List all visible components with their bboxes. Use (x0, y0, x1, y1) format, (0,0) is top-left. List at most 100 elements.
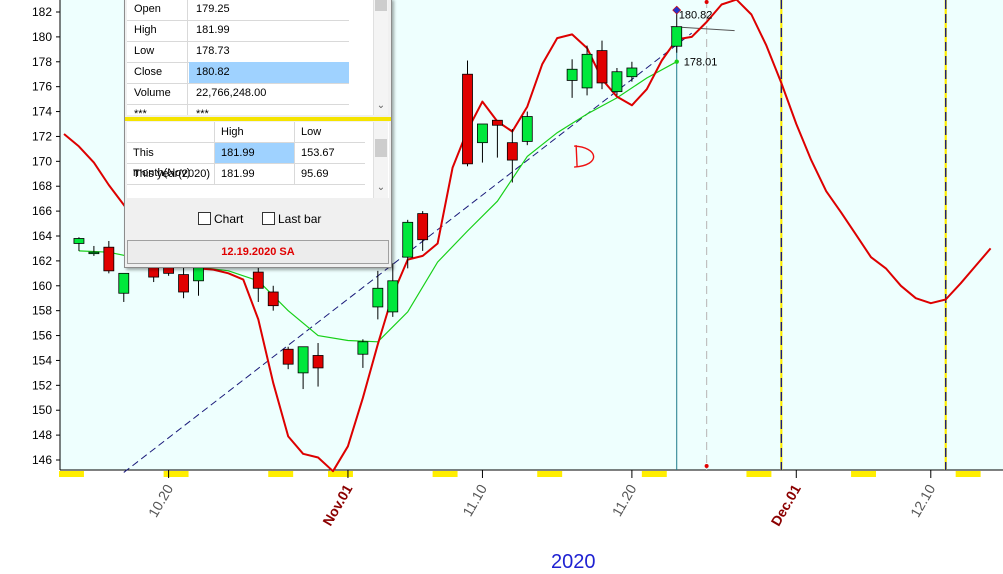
x-axis: 10.20 Nov.01 11.10 11.20 Dec.01 12.10 (59, 469, 1003, 529)
candle-body (671, 26, 683, 47)
column-header-high: High (215, 122, 295, 142)
x-tick-label: 10.20 (145, 481, 176, 520)
y-tick-label: 148 (32, 428, 52, 442)
date-label: 12.19.2020 SA (127, 240, 389, 264)
weekend-marker (59, 471, 84, 477)
chart-checkbox-label: Chart (214, 211, 244, 226)
high-low-table: High Low This month(Nov) 181.99 153.67 T… (127, 122, 389, 198)
candle-body (626, 67, 638, 78)
ohlc-value-selected: 180.82 (189, 62, 349, 83)
column-header (127, 122, 215, 142)
y-tick-label: 162 (32, 254, 52, 268)
weekend-marker (328, 471, 353, 477)
high-value-selected: 181.99 (215, 143, 295, 163)
table-row[interactable]: This year(2020) 181.99 95.69 (127, 164, 365, 185)
last-bar-checkbox[interactable]: Last bar (262, 211, 322, 226)
ohlc-value: *** (196, 108, 209, 115)
scroll-down-icon[interactable]: ⌄ (374, 182, 388, 193)
last-bar-checkbox-label: Last bar (278, 211, 322, 226)
high-value: 181.99 (215, 164, 295, 184)
candle-body (178, 274, 189, 293)
weekend-marker (163, 471, 189, 477)
candle-body (491, 119, 503, 126)
candle-body (521, 116, 533, 142)
candle-body (566, 68, 578, 81)
x-tick-label: Dec.01 (767, 481, 804, 528)
ohlc-table: Open 179.25 High 181.99 Low 178.73 Close… (127, 0, 373, 115)
candle-body (103, 246, 115, 272)
ohlc-key: Open (127, 0, 188, 20)
table-row[interactable]: Low 178.73 (127, 41, 349, 63)
table-row[interactable]: Volume 22,766,248.00 (127, 83, 349, 105)
candle-body (462, 73, 473, 165)
table-row[interactable]: Close 180.82 (127, 62, 349, 84)
info-panel: Open 179.25 High 181.99 Low 178.73 Close… (124, 0, 392, 268)
table-header-row: High Low (127, 122, 365, 143)
y-tick-label: 160 (32, 279, 52, 293)
scrollbar-thumb[interactable] (375, 0, 387, 11)
low-value: 153.67 (301, 147, 335, 159)
projection-top-dot (704, 0, 709, 4)
candle-body (387, 280, 399, 313)
y-tick-label: 158 (32, 304, 52, 318)
close-price-label: 180.82 (679, 10, 713, 22)
ohlc-key: *** (127, 104, 188, 115)
y-tick-label: 170 (32, 154, 52, 168)
y-tick-label: 146 (32, 453, 52, 467)
y-tick-label: 174 (32, 105, 52, 119)
y-tick-label: 150 (32, 403, 52, 417)
y-tick-label: 180 (32, 30, 52, 44)
panel-splitter[interactable] (125, 117, 391, 121)
candle-body (417, 213, 429, 241)
year-label: 2020 (551, 551, 596, 573)
chart-checkbox[interactable]: Chart (198, 211, 244, 226)
weekend-marker (746, 471, 772, 477)
y-tick-label: 178 (32, 55, 52, 69)
y-tick-label: 172 (32, 129, 52, 143)
x-tick-label: Nov.01 (319, 481, 355, 528)
y-tick-label: 154 (32, 353, 52, 367)
weekend-marker (432, 471, 458, 477)
table-row[interactable]: *** *** (127, 104, 349, 115)
candle-body (73, 238, 85, 244)
ohlc-value: 22,766,248.00 (196, 87, 267, 99)
weekend-marker (268, 471, 294, 477)
ma-endpoint-dot (674, 59, 679, 64)
high-low-scrollbar[interactable]: ⌄ (373, 122, 388, 198)
table-row[interactable]: This month(Nov) 181.99 153.67 (127, 143, 365, 179)
y-tick-label: 164 (32, 229, 52, 243)
y-tick-label: 176 (32, 80, 52, 94)
candle-body (297, 346, 309, 374)
x-tick-label: 11.20 (609, 481, 640, 519)
ohlc-key: Low (127, 41, 188, 62)
table-row[interactable]: Open 179.25 (127, 0, 349, 21)
checkbox-icon[interactable] (262, 212, 275, 226)
candle-body (402, 221, 414, 258)
candle-body (477, 123, 488, 144)
weekend-marker (955, 471, 981, 477)
ohlc-scrollbar[interactable]: ⌄ (373, 0, 388, 115)
weekend-marker (537, 471, 563, 477)
row-label: This year(2020) (127, 164, 215, 184)
x-tick-label: 12.10 (907, 481, 938, 520)
column-header-low: Low (301, 126, 322, 138)
candle-body (282, 348, 294, 365)
scrollbar-thumb[interactable] (375, 139, 387, 157)
scroll-down-icon[interactable]: ⌄ (374, 100, 388, 111)
weekend-marker (851, 471, 877, 477)
low-value: 95.69 (301, 168, 329, 180)
candle-body (267, 291, 279, 307)
candle-body (581, 53, 593, 89)
candle-body (611, 71, 623, 93)
y-tick-label: 182 (32, 5, 52, 19)
y-tick-label: 156 (32, 329, 52, 343)
y-axis: 146 148 150 152 154 156 158 160 162 164 166 168 170 1… (32, 0, 61, 470)
table-row[interactable]: High 181.99 (127, 20, 349, 42)
ohlc-value: 179.25 (196, 3, 230, 15)
y-tick-label: 166 (32, 204, 52, 218)
ma-price-label: 178.01 (684, 57, 718, 69)
ohlc-value: 178.73 (196, 45, 230, 57)
candle-body (118, 272, 130, 294)
checkbox-icon[interactable] (198, 212, 211, 226)
ohlc-key: Volume (127, 83, 188, 104)
